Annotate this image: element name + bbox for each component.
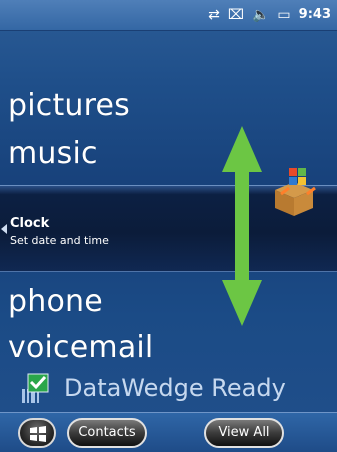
datawedge-checkmark-icon	[22, 373, 49, 403]
battery-icon: ▭	[277, 7, 291, 23]
menu-item-phone[interactable]: phone	[8, 285, 103, 319]
selected-item-title: Clock	[10, 216, 50, 231]
softkey-bar: Contacts View All	[0, 412, 337, 452]
status-time: 9:43	[298, 7, 331, 22]
status-icons: ⇄ ⌧ 🔈 ▭ 9:43	[208, 5, 331, 25]
sync-icon: ⇄	[208, 7, 220, 23]
boxed-flag-icon[interactable]	[271, 160, 317, 218]
menu-item-music[interactable]: music	[8, 137, 98, 171]
home-screen: ⇄ ⌧ 🔈 ▭ 9:43 pictures music Clock Set da…	[0, 0, 337, 452]
windows-flag-icon	[30, 426, 46, 442]
speaker-icon: 🔈	[251, 7, 270, 23]
contacts-button[interactable]: Contacts	[67, 418, 147, 448]
left-chevron-icon	[1, 224, 7, 234]
start-button[interactable]	[18, 418, 56, 448]
scroll-arrow-icon	[222, 126, 262, 326]
datawedge-status: DataWedge Ready	[18, 370, 286, 406]
signal-off-icon: ⌧	[227, 7, 244, 23]
view-all-button[interactable]: View All	[204, 418, 284, 448]
menu-item-voicemail[interactable]: voicemail	[8, 331, 153, 365]
datawedge-label: DataWedge Ready	[64, 374, 286, 402]
menu-item-pictures[interactable]: pictures	[8, 89, 130, 123]
selected-item-subtitle: Set date and time	[10, 234, 109, 247]
status-bar: ⇄ ⌧ 🔈 ▭ 9:43	[0, 0, 337, 31]
